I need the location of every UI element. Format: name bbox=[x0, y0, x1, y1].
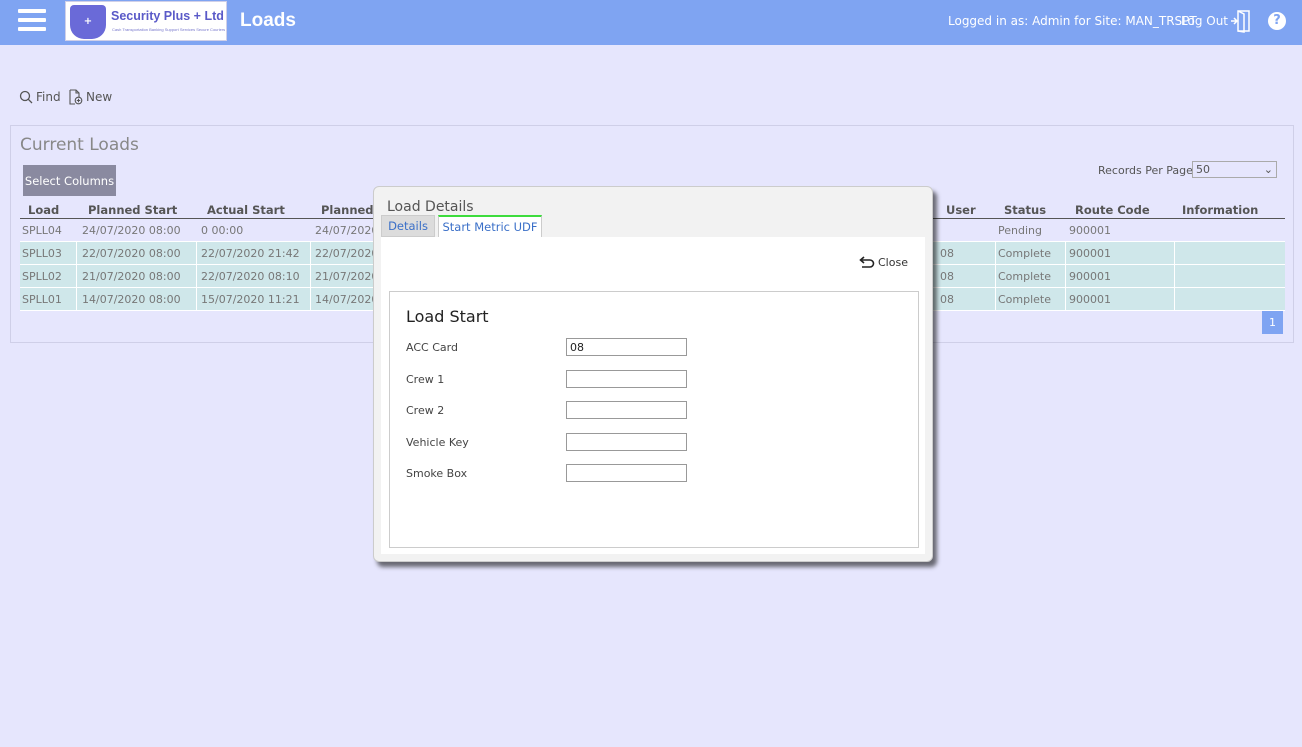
new-label: New bbox=[86, 90, 113, 104]
menu-icon[interactable] bbox=[18, 9, 46, 35]
cell-user: 08 bbox=[940, 293, 954, 306]
find-button[interactable]: Find bbox=[19, 89, 61, 107]
modal-body: Close Load Start ACC Card Crew 1 Crew 2 … bbox=[381, 237, 925, 554]
load-start-form: Load Start ACC Card Crew 1 Crew 2 Vehicl… bbox=[389, 291, 919, 548]
cell-user: 08 bbox=[940, 270, 954, 283]
column-header-route-code[interactable]: Route Code bbox=[1075, 203, 1150, 217]
cell-load: SPLL03 bbox=[22, 247, 62, 260]
top-header: + Security Plus + Ltd Cash Transportatio… bbox=[0, 0, 1302, 45]
logout-icon[interactable] bbox=[1229, 9, 1253, 33]
crew-1-input[interactable] bbox=[566, 370, 687, 388]
column-header-planned-start[interactable]: Planned Start bbox=[88, 203, 177, 217]
logo-text: Security Plus + Ltd bbox=[111, 9, 224, 23]
logged-in-status: Logged in as: Admin for Site: MAN_TRSPT bbox=[948, 14, 1197, 28]
new-document-icon bbox=[69, 89, 83, 105]
records-per-page-label: Records Per Page:: bbox=[1098, 164, 1201, 177]
undo-arrow-icon bbox=[859, 256, 875, 268]
help-icon[interactable]: ? bbox=[1268, 12, 1286, 30]
form-title: Load Start bbox=[406, 307, 489, 326]
column-header-load[interactable]: Load bbox=[28, 203, 59, 217]
load-details-modal: Load Details Details Start Metric UDF Cl… bbox=[373, 186, 933, 562]
page-title: Loads bbox=[240, 10, 296, 31]
column-header-status[interactable]: Status bbox=[1004, 203, 1046, 217]
close-button[interactable]: Close bbox=[859, 255, 908, 269]
cell-status: Complete bbox=[998, 247, 1052, 260]
acc-card-input[interactable] bbox=[566, 338, 687, 356]
cell-planned-start: 22/07/2020 08:00 bbox=[82, 247, 181, 260]
records-per-page-select[interactable]: 50 ⌄ bbox=[1192, 161, 1277, 178]
vehicle-key-input[interactable] bbox=[566, 433, 687, 451]
cell-route-code: 900001 bbox=[1069, 224, 1111, 237]
company-logo: + Security Plus + Ltd Cash Transportatio… bbox=[65, 1, 227, 41]
close-label: Close bbox=[878, 255, 908, 269]
cell-actual-start: 22/07/2020 21:42 bbox=[201, 247, 300, 260]
cell-status: Pending bbox=[998, 224, 1042, 237]
modal-title: Load Details bbox=[387, 199, 474, 215]
cell-load: SPLL02 bbox=[22, 270, 62, 283]
logo-tagline: Cash Transportation Banking Support Serv… bbox=[112, 27, 226, 32]
cell-actual-start: 22/07/2020 08:10 bbox=[201, 270, 300, 283]
cell-planned-end: 24/07/2020 bbox=[315, 224, 379, 237]
cell-planned-start: 14/07/2020 08:00 bbox=[82, 293, 181, 306]
vehicle-key-label: Vehicle Key bbox=[406, 436, 469, 449]
smoke-box-label: Smoke Box bbox=[406, 467, 468, 480]
cell-actual-start: 0 00:00 bbox=[201, 224, 244, 237]
column-header-user[interactable]: User bbox=[946, 203, 976, 217]
cell-planned-start: 21/07/2020 08:00 bbox=[82, 270, 181, 283]
cell-route-code: 900001 bbox=[1069, 247, 1111, 260]
records-per-page-value: 50 bbox=[1196, 163, 1210, 176]
tab-details[interactable]: Details bbox=[381, 215, 435, 237]
tab-start-metric-udf[interactable]: Start Metric UDF bbox=[438, 215, 542, 238]
crew-2-input[interactable] bbox=[566, 401, 687, 419]
cell-planned-start: 24/07/2020 08:00 bbox=[82, 224, 181, 237]
column-header-information[interactable]: Information bbox=[1182, 203, 1258, 217]
cell-user: 08 bbox=[940, 247, 954, 260]
logo-shield-icon: + bbox=[70, 5, 106, 39]
cell-status: Complete bbox=[998, 293, 1052, 306]
cell-load: SPLL04 bbox=[22, 224, 62, 237]
cell-route-code: 900001 bbox=[1069, 293, 1111, 306]
pagination-page-1[interactable]: 1 bbox=[1262, 311, 1283, 334]
cell-status: Complete bbox=[998, 270, 1052, 283]
acc-card-label: ACC Card bbox=[406, 341, 458, 354]
cell-load: SPLL01 bbox=[22, 293, 62, 306]
panel-title: Current Loads bbox=[20, 135, 139, 155]
cell-actual-start: 15/07/2020 11:21 bbox=[201, 293, 300, 306]
logout-link[interactable]: Log Out bbox=[1181, 14, 1228, 28]
smoke-box-input[interactable] bbox=[566, 464, 687, 482]
find-label: Find bbox=[36, 89, 61, 104]
search-icon bbox=[19, 90, 33, 103]
cell-route-code: 900001 bbox=[1069, 270, 1111, 283]
crew-1-label: Crew 1 bbox=[406, 373, 445, 386]
column-header-actual-start[interactable]: Actual Start bbox=[207, 203, 285, 217]
cell-planned-end: 22/07/2020 bbox=[315, 247, 379, 260]
new-button[interactable]: New bbox=[68, 89, 112, 107]
select-columns-button[interactable]: Select Columns bbox=[23, 165, 116, 196]
chevron-down-icon: ⌄ bbox=[1263, 163, 1273, 176]
crew-2-label: Crew 2 bbox=[406, 404, 445, 417]
cell-planned-end: 21/07/2020 bbox=[315, 270, 379, 283]
cell-planned-end: 14/07/2020 bbox=[315, 293, 379, 306]
